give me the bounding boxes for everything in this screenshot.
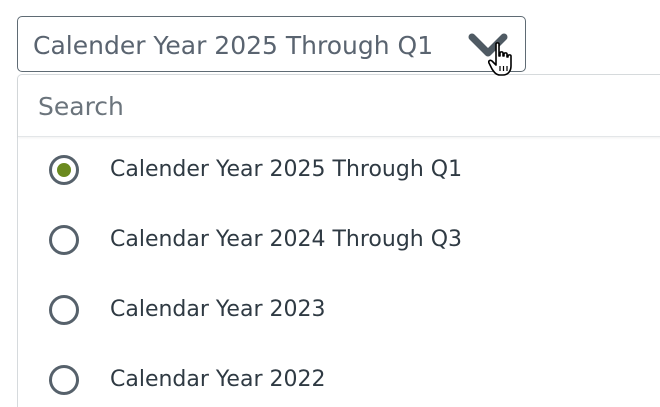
select-value: Calender Year 2025 Through Q1 <box>33 31 434 60</box>
search-row <box>18 75 660 137</box>
hand-pointer-cursor-icon <box>488 42 512 76</box>
option-label: Calender Year 2025 Through Q1 <box>110 157 463 182</box>
option-2025-q1[interactable]: Calender Year 2025 Through Q1 <box>18 137 660 207</box>
period-select[interactable]: Calender Year 2025 Through Q1 <box>17 16 526 72</box>
radio-button[interactable] <box>49 225 79 255</box>
radio-button-selected[interactable] <box>49 155 79 185</box>
option-2022[interactable]: Calendar Year 2022 <box>18 347 660 407</box>
search-input[interactable] <box>38 81 638 131</box>
option-label: Calendar Year 2024 Through Q3 <box>110 227 463 252</box>
options-list: Calender Year 2025 Through Q1 Calendar Y… <box>18 137 660 407</box>
radio-button[interactable] <box>49 295 79 325</box>
option-2024-q3[interactable]: Calendar Year 2024 Through Q3 <box>18 207 660 277</box>
option-label: Calendar Year 2023 <box>110 297 326 322</box>
period-select-widget: Calender Year 2025 Through Q1 Calender Y… <box>0 0 660 407</box>
radio-button[interactable] <box>49 365 79 395</box>
radio-selected-dot <box>57 163 71 177</box>
dropdown-panel: Calender Year 2025 Through Q1 Calendar Y… <box>17 74 660 407</box>
option-2023[interactable]: Calendar Year 2023 <box>18 277 660 347</box>
option-label: Calendar Year 2022 <box>110 367 326 392</box>
